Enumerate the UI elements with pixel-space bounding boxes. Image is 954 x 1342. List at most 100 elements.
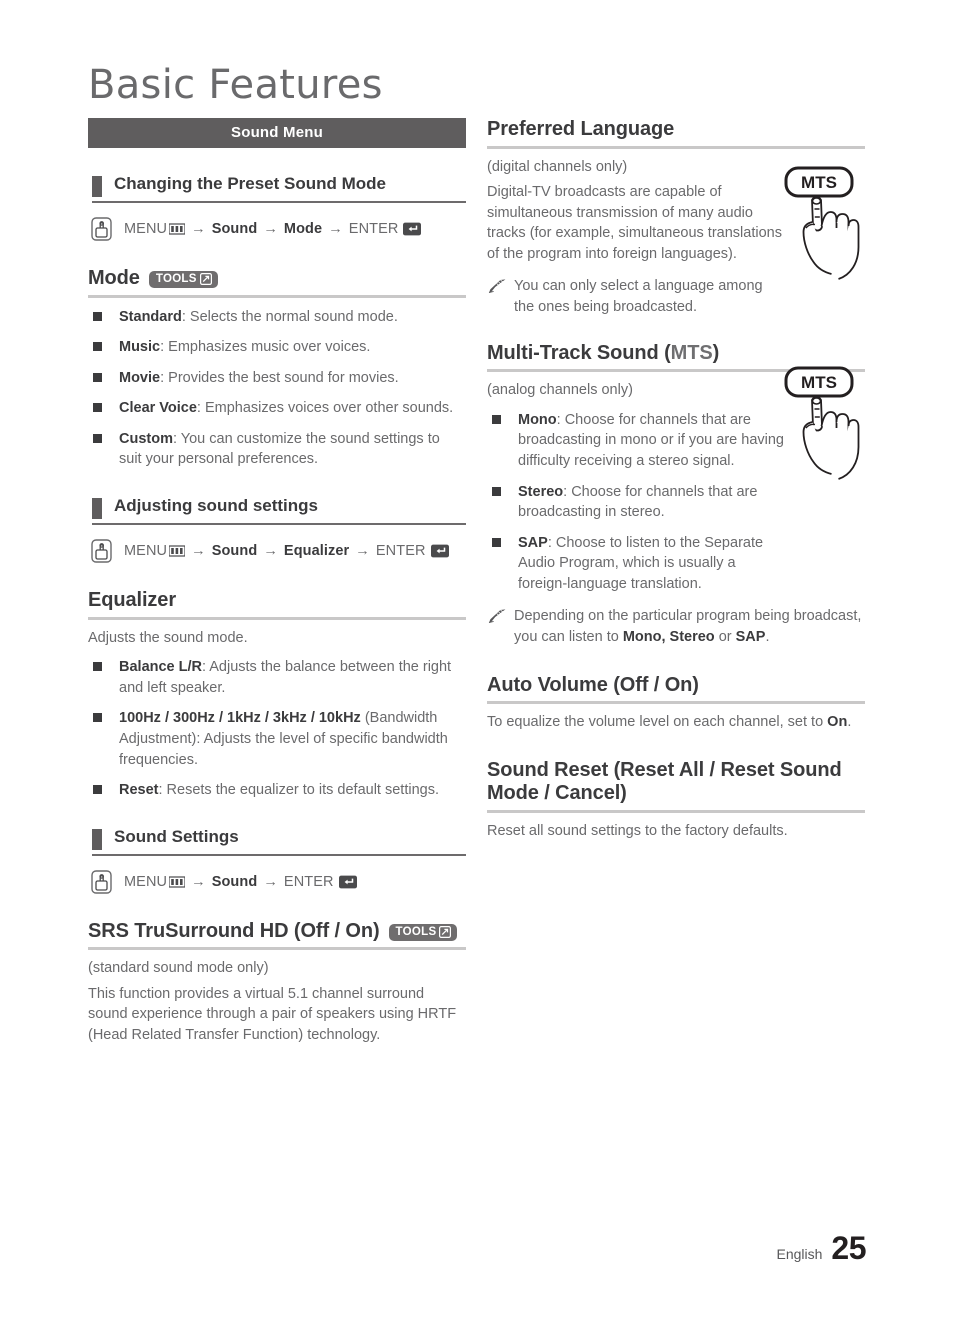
menu-path-item: MENU [124,221,168,237]
enter-return-icon [430,544,449,558]
bullet-term: Stereo [518,483,564,500]
list-item: Custom: You can customize the sound sett… [88,429,466,470]
bullet-desc: : Selects the normal sound mode. [181,308,398,325]
bullet-list-mts: Mono: Choose for channels that are broad… [487,410,787,595]
subheading-marker-icon [92,176,102,197]
bullet-desc: : Resets the equalizer to its default se… [158,782,439,799]
bullet-square-icon [93,662,102,672]
menu-path-item: MENU [124,543,168,560]
bullet-square-icon [93,403,102,413]
tools-arrow-icon [199,273,212,286]
topic-title: Mode [88,267,140,289]
path-arrow: → [263,221,278,237]
subheading-adjusting-sound-settings: Adjusting sound settings [88,496,466,526]
topic-title: Auto Volume (Off / On) [487,673,699,696]
svg-text:MTS: MTS [801,173,837,192]
subheading-changing-preset-sound-mode: Changing the Preset Sound Mode [88,174,466,203]
bullet-list-equalizer: Balance L/R: Adjusts the balance between… [88,657,466,800]
topic-equalizer: Equalizer Adjusts the sound mode. Balanc… [88,589,466,801]
topic-paragraph: Reset all sound settings to the factory … [487,822,788,839]
menu-bars-icon [169,545,186,557]
tools-arrow-icon [439,926,452,938]
topic-rule [88,616,466,620]
subheading-rule [92,523,466,526]
note-preferred-language: You can only select a language among the… [487,276,777,317]
press-hand-icon [91,870,112,894]
path-arrow: → [328,221,343,237]
pencil-note-icon [488,609,506,624]
note-text-bold-1: Mono, Stereo [622,629,715,646]
subheading-label: Adjusting sound settings [114,496,318,516]
note-text: You can only select a language among the… [514,278,763,316]
manual-page: Basic Features Sound Menu Changing the P… [0,0,954,1342]
subheading-label: Changing the Preset Sound Mode [114,174,387,193]
enter-return-icon [338,875,357,889]
menu-path-mode: MENU → Sound → Mode → ENTER [88,217,466,241]
subheading-rule [92,201,466,203]
bullet-term: Custom [119,430,173,447]
topic-title: SRS TruSurround HD (Off / On) [88,919,380,942]
topic-intro: Adjusts the sound mode. [88,629,248,646]
subheading-marker-icon [92,498,102,520]
tools-badge[interactable]: TOOLS [148,271,218,289]
menu-path-item: Equalizer [283,543,350,560]
menu-bars-icon [169,223,186,235]
topic-paragraph: To equalize the volume level on each cha… [487,712,865,733]
press-hand-icon [91,217,112,241]
list-item: Standard: Selects the normal sound mode. [88,307,466,328]
menu-path-item: ENTER [283,873,334,890]
note-text-bold-2: SAP [735,629,766,646]
note-text-mid: or [714,629,736,646]
list-item: Movie: Provides the best sound for movie… [88,368,466,389]
topic-qualifier: (digital channels only) [487,158,628,175]
topic-rule [88,947,466,951]
bullet-list-mode: Standard: Selects the normal sound mode.… [88,307,466,470]
left-column: Sound Menu Changing the Preset Sound Mod… [88,118,466,1046]
bullet-term: Movie [119,369,161,386]
list-item: Clear Voice: Emphasizes voices over othe… [88,398,466,419]
subheading-marker-icon [92,828,102,850]
note-text-suffix: . [765,629,770,646]
menu-path-item: Mode [283,221,323,237]
path-arrow: → [263,873,278,890]
menu-bars-icon [169,876,186,888]
bullet-square-icon [93,433,102,443]
path-arrow: → [191,543,206,560]
topic-paragraph: This function provides a virtual 5.1 cha… [88,985,457,1044]
subheading-label: Sound Settings [114,826,239,846]
bullet-square-icon [93,342,102,352]
bullet-term: Music [119,339,161,356]
bullet-term: SAP [518,534,548,551]
topic-title: Multi-Track Sound (MTS) [487,342,719,366]
list-item: Balance L/R: Adjusts the balance between… [88,657,466,698]
bullet-square-icon [93,311,102,321]
list-item: Mono: Choose for channels that are broad… [487,410,787,472]
bullet-square-icon [93,372,102,382]
tools-badge[interactable]: TOOLS [388,924,458,941]
topic-title-end: ) [712,341,720,364]
bullet-square-icon [492,537,501,547]
list-item: 100Hz / 300Hz / 1kHz / 3kHz / 10kHz (Ban… [88,708,466,770]
bullet-desc: : Choose for channels that are broadcast… [518,411,784,469]
topic-title-main: Multi-Track Sound ( [487,341,671,364]
mts-button-press-icon: MTS [784,366,860,480]
menu-path-item: ENTER [375,543,426,560]
enter-return-icon [403,222,422,236]
svg-text:MTS: MTS [801,373,837,392]
path-arrow: → [263,543,278,560]
list-item: Reset: Resets the equalizer to its defau… [88,780,466,801]
note-multi-track-sound: Depending on the particular program bein… [487,606,865,647]
paragraph-suffix: . [847,714,852,731]
bullet-square-icon [492,414,501,424]
bullet-desc: : Choose to listen to the Separate Audio… [518,534,764,592]
paragraph-prefix: To equalize the volume level on each cha… [487,714,828,731]
tools-badge-label: TOOLS [395,926,437,938]
bullet-desc: : Provides the best sound for movies. [160,369,399,386]
menu-path-equalizer: MENU → Sound → Equalizer → ENTER [88,539,466,563]
path-arrow: → [191,873,206,890]
topic-title-light: MTS [670,341,713,364]
topic-rule [487,145,865,149]
menu-path-item: Sound [211,543,258,560]
footer-page-number: 25 [831,1230,866,1266]
topic-rule [487,701,865,705]
